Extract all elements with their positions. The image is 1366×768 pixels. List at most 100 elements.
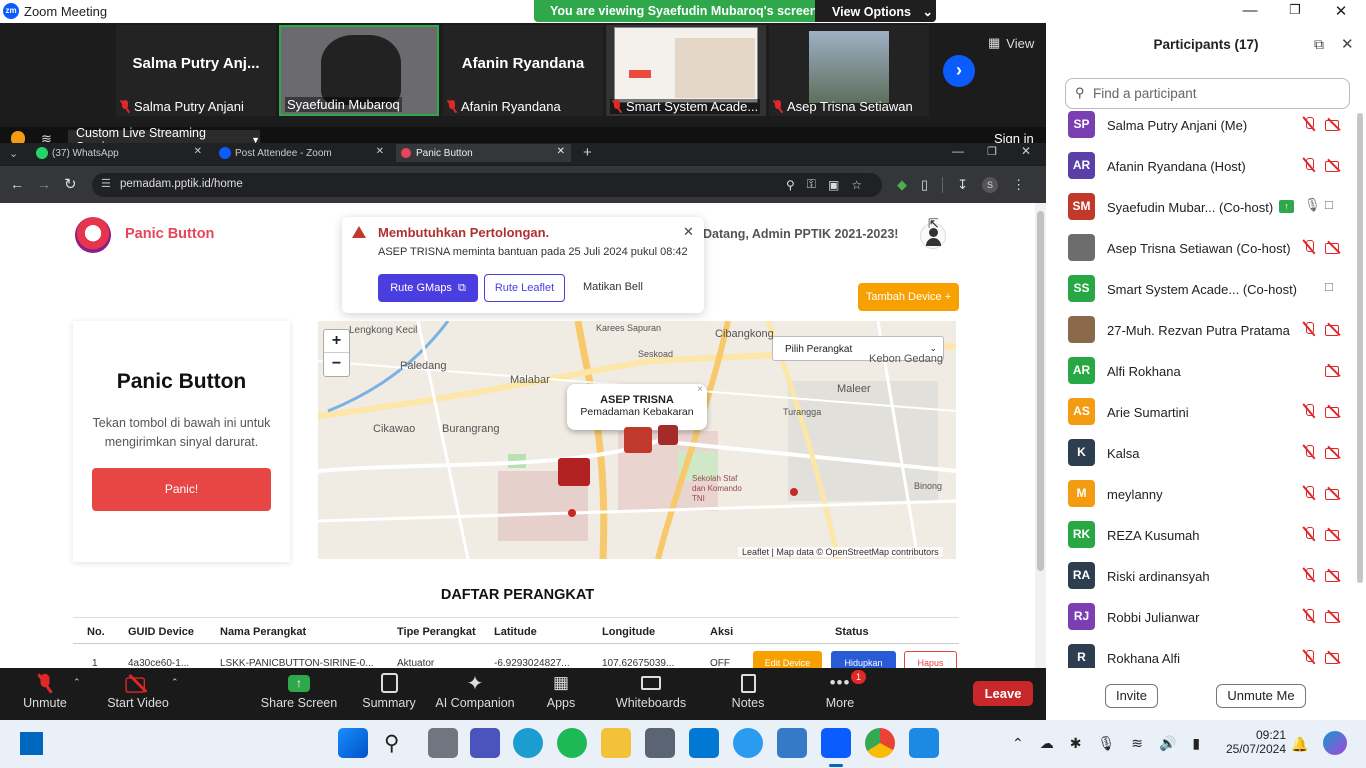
search-icon[interactable]: ⚲ xyxy=(384,731,399,756)
pop-out-icon[interactable]: ⧉ xyxy=(1314,36,1324,53)
browser-close-icon[interactable]: ✕ xyxy=(1021,144,1031,158)
add-device-button[interactable]: Tambah Device + xyxy=(858,283,959,311)
alert-close-icon[interactable]: ✕ xyxy=(683,224,694,240)
network-off-icon[interactable]: ☁ xyxy=(1040,735,1054,752)
invite-button[interactable]: Invite xyxy=(1105,684,1158,708)
video-tile[interactable]: Smart System Acade... xyxy=(606,25,766,116)
location-icon[interactable]: ⚲ xyxy=(786,178,795,192)
fire-station-marker-icon[interactable] xyxy=(658,425,678,445)
volume-icon[interactable]: 🔊 xyxy=(1159,735,1176,752)
new-tab-icon[interactable]: + xyxy=(583,144,592,161)
participant-row[interactable]: AS Arie Sumartini xyxy=(1068,398,1358,439)
unmute-me-button[interactable]: Unmute Me xyxy=(1216,684,1306,708)
restore-icon[interactable]: ❐ xyxy=(1285,2,1305,20)
kebab-menu-icon[interactable]: ⋮ xyxy=(1012,177,1025,193)
chevron-up-icon[interactable]: ⌃ xyxy=(1012,735,1024,752)
browser-minimize-icon[interactable]: — xyxy=(952,144,964,158)
leave-button[interactable]: Leave xyxy=(973,681,1033,706)
tab-close-icon[interactable]: ✕ xyxy=(376,146,384,157)
puzzle-icon[interactable]: ▯ xyxy=(921,177,928,193)
video-tile[interactable]: Afanin Ryandana Afanin Ryandana xyxy=(443,25,603,116)
chrome-icon[interactable] xyxy=(865,728,895,758)
tab-close-icon[interactable]: ✕ xyxy=(557,146,565,157)
participant-row[interactable]: Mmeylanny xyxy=(1068,480,1358,521)
participant-row[interactable]: Asep Trisna Setiawan (Co-host) xyxy=(1068,234,1358,275)
popup-close-icon[interactable]: × xyxy=(697,384,703,395)
url-field[interactable]: ☰ pemadam.pptik.id/home xyxy=(92,173,882,197)
clock[interactable]: 09:21 25/07/2024 xyxy=(1220,728,1286,756)
calculator-icon[interactable] xyxy=(645,728,675,758)
install-icon[interactable]: ▣ xyxy=(828,178,839,192)
participant-row[interactable]: R Rokhana Alfi xyxy=(1068,644,1358,668)
download-icon[interactable]: ↧ xyxy=(957,177,968,193)
store-icon[interactable] xyxy=(689,728,719,758)
participant-row[interactable]: SM Syaefudin Mubar... (Co-host) ↑ 🎙 □ xyxy=(1068,193,1358,234)
battery-icon[interactable]: ▮ xyxy=(1192,735,1200,752)
participant-row[interactable]: RA Riski ardinansyah xyxy=(1068,562,1358,603)
share-screen-button[interactable]: ↑ Share Screen xyxy=(254,670,344,718)
minimize-icon[interactable]: — xyxy=(1240,2,1260,20)
forward-icon[interactable]: → xyxy=(37,176,51,192)
summary-button[interactable]: Summary xyxy=(344,670,434,718)
notes-button[interactable]: Notes xyxy=(703,670,793,718)
participant-row[interactable]: 27-Muh. Rezvan Putra Pratama xyxy=(1068,316,1358,357)
participant-row[interactable]: AR Alfi Rokhana xyxy=(1068,357,1358,398)
view-button[interactable]: ▦ View xyxy=(988,35,1034,51)
tab-panic-button[interactable]: Panic Button ✕ xyxy=(396,144,571,162)
whiteboards-button[interactable]: Whiteboards xyxy=(606,670,696,718)
participant-row[interactable]: SS Smart System Acade... (Co-host) □ xyxy=(1068,275,1358,316)
notepad-icon[interactable] xyxy=(909,728,939,758)
video-tile[interactable]: Salma Putry Anj... Salma Putry Anjani xyxy=(116,25,276,116)
audio-options-caret-icon[interactable]: ⌃ xyxy=(73,677,81,688)
help-icon[interactable] xyxy=(733,728,763,758)
participant-row[interactable]: RJ Robbi Julianwar xyxy=(1068,603,1358,644)
participant-row[interactable]: AR Afanin Ryandana (Host) xyxy=(1068,152,1358,193)
next-page-arrow-icon[interactable]: › xyxy=(943,55,975,87)
video-options-caret-icon[interactable]: ⌃ xyxy=(171,677,179,688)
apps-button[interactable]: ▦ Apps xyxy=(516,670,606,718)
route-gmaps-button[interactable]: Rute GMaps ⧉ xyxy=(378,274,478,302)
extension-icon[interactable]: ◆ xyxy=(897,177,907,193)
wifi-icon[interactable]: ≋ xyxy=(1131,735,1143,752)
tab-search-icon[interactable]: ⌄ xyxy=(9,147,18,160)
participant-row[interactable]: K Kalsa xyxy=(1068,439,1358,480)
edge-icon[interactable] xyxy=(513,728,543,758)
reload-icon[interactable]: ↻ xyxy=(64,175,77,193)
route-leaflet-button[interactable]: Rute Leaflet xyxy=(484,274,565,302)
video-tile[interactable]: Asep Trisna Setiawan xyxy=(769,25,929,116)
edit-device-button[interactable]: Edit Device xyxy=(753,651,822,668)
participant-search-input[interactable]: ⚲ Find a participant xyxy=(1065,78,1350,109)
start-video-button[interactable]: Start Video xyxy=(93,670,183,718)
tab-whatsapp[interactable]: (37) WhatsApp ✕ xyxy=(32,144,208,162)
microphone-icon[interactable]: 🎙 xyxy=(1097,735,1115,752)
zoom-taskbar-icon[interactable] xyxy=(821,728,851,758)
key-icon[interactable]: ⚿ xyxy=(807,177,816,192)
turn-on-button[interactable]: Hidupkan xyxy=(831,651,896,668)
close-panel-icon[interactable]: ✕ xyxy=(1341,35,1354,53)
notification-bell-icon[interactable]: 🔔 xyxy=(1291,736,1308,753)
profile-avatar[interactable]: S xyxy=(982,177,999,193)
panic-button[interactable]: Panic! xyxy=(92,468,271,511)
participant-row[interactable]: SP Salma Putry Anjani (Me) xyxy=(1068,111,1358,152)
task-view-icon[interactable] xyxy=(428,728,458,758)
widgets-icon[interactable] xyxy=(20,732,43,755)
close-icon[interactable]: ✕ xyxy=(1331,2,1351,20)
delete-button[interactable]: Hapus xyxy=(904,651,957,668)
spotify-icon[interactable] xyxy=(557,728,587,758)
teams-icon[interactable] xyxy=(470,728,500,758)
more-button[interactable]: ••• More xyxy=(795,670,885,718)
app-window-icon[interactable] xyxy=(777,728,807,758)
copilot-icon[interactable] xyxy=(1323,731,1347,755)
view-options-button[interactable]: View Options ⌄ xyxy=(815,0,936,22)
fire-station-marker-icon[interactable] xyxy=(624,427,652,453)
stop-bell-button[interactable]: Matikan Bell xyxy=(583,281,643,293)
fire-station-marker-icon[interactable] xyxy=(558,458,590,486)
file-explorer-icon[interactable] xyxy=(601,728,631,758)
back-icon[interactable]: ← xyxy=(10,176,24,192)
start-menu-icon[interactable] xyxy=(338,728,368,758)
bookmark-star-icon[interactable]: ☆ xyxy=(851,178,862,192)
browser-restore-icon[interactable]: ❐ xyxy=(987,145,997,158)
page-scrollbar[interactable] xyxy=(1035,203,1046,668)
app-tray-icon[interactable]: ✱ xyxy=(1070,735,1082,752)
ai-companion-button[interactable]: ✦ AI Companion xyxy=(430,670,520,718)
